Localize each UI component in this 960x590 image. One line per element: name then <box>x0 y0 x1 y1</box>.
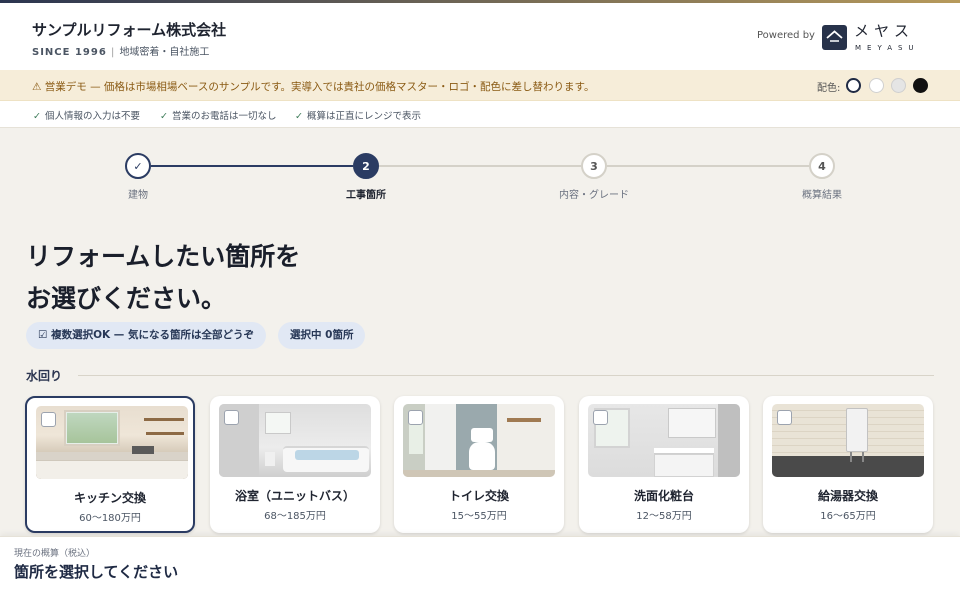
trust-bar: ✓ 個人情報の入力は不要 ✓ 営業のお電話は一切なし ✓ 概算は正直にレンジで表示 <box>0 101 960 128</box>
page-title-line-2: お選びください。 <box>26 284 227 313</box>
swatch-white[interactable] <box>869 78 884 93</box>
step-1-label: 建物 <box>128 190 148 201</box>
trust-item-label: 概算は正直にレンジで表示 <box>306 111 421 122</box>
check-icon: ✓ <box>160 111 168 122</box>
tagline-divider: | <box>110 47 116 58</box>
selected-count-chip: 選択中 0箇所 <box>278 322 366 349</box>
swatch-gray[interactable] <box>891 78 906 93</box>
card-price: 16〜65万円 <box>820 511 876 522</box>
bathroom-checkbox[interactable] <box>224 410 239 425</box>
house-logo-icon <box>822 25 847 50</box>
card-price: 68〜185万円 <box>264 511 326 522</box>
brand-logo-kana: メヤス <box>854 22 915 40</box>
multi-select-chip: ☑ 複数選択OK — 気になる箇所は全部どうぞ <box>26 322 266 349</box>
card-name: 洗面化粧台 <box>633 489 694 503</box>
stepper-line <box>607 165 809 167</box>
swatch-black[interactable] <box>913 78 928 93</box>
water-heater-checkbox[interactable] <box>777 410 792 425</box>
trust-item: ✓ 営業のお電話は一切なし <box>160 108 276 122</box>
page-title-line-1: リフォームしたい箇所を <box>26 242 301 271</box>
trust-item-label: 営業のお電話は一切なし <box>171 111 277 122</box>
company-name: サンプルリフォーム株式会社 <box>32 21 227 39</box>
stepper-line <box>379 165 581 167</box>
site-header: サンプルリフォーム株式会社 SINCE 1996 | 地域密着・自社施工 Power… <box>0 3 960 70</box>
kitchen-photo <box>36 406 188 479</box>
kitchen-checkbox[interactable] <box>41 412 56 427</box>
demo-notice-text: ⚠ 営業デモ — 価格は市場相場ベースのサンプルです。実導入では貴社の価格マスタ… <box>32 81 595 93</box>
swatch-navy[interactable] <box>846 78 861 93</box>
washstand-photo <box>588 404 740 477</box>
toilet-photo <box>403 404 555 477</box>
section-title-water: 水回り <box>26 369 63 383</box>
trust-item: ✓ 概算は正直にレンジで表示 <box>295 108 421 122</box>
estimate-footer: 現在の概算（税込） 箇所を選択してください <box>0 536 960 590</box>
card-price: 15〜55万円 <box>451 511 507 522</box>
card-name: キッチン交換 <box>73 491 146 505</box>
card-water-heater[interactable]: 給湯器交換 16〜65万円 <box>763 396 933 533</box>
washstand-checkbox[interactable] <box>593 410 608 425</box>
card-toilet[interactable]: トイレ交換 15〜55万円 <box>394 396 564 533</box>
water-heater-photo <box>772 404 924 477</box>
company-tagline: SINCE 1996 | 地域密着・自社施工 <box>32 43 209 58</box>
card-kitchen[interactable]: キッチン交換 60〜180万円 <box>25 396 195 533</box>
card-name: 給湯器交換 <box>817 489 878 503</box>
trust-item: ✓ 個人情報の入力は不要 <box>33 108 140 122</box>
section-divider <box>78 375 934 376</box>
step-3-circle: 3 <box>581 153 607 179</box>
step-4-circle: 4 <box>809 153 835 179</box>
area-text: 地域密着・自社施工 <box>119 47 210 58</box>
step-2-label: 工事箇所 <box>346 190 386 201</box>
since-text: SINCE 1996 <box>32 47 107 58</box>
toilet-checkbox[interactable] <box>408 410 423 425</box>
step-1-circle: ✓ <box>125 153 151 179</box>
page-title: リフォームしたい箇所を お選びください。 <box>26 236 300 320</box>
card-price: 60〜180万円 <box>79 513 141 524</box>
step-3-label: 内容・グレード <box>559 190 629 201</box>
card-washstand[interactable]: 洗面化粧台 12〜58万円 <box>579 396 749 533</box>
card-price: 12〜58万円 <box>636 511 692 522</box>
color-scheme-label: 配色: <box>817 83 841 94</box>
card-name: トイレ交換 <box>448 489 509 503</box>
check-icon: ✓ <box>295 111 303 122</box>
estimate-label: 現在の概算（税込） <box>14 549 96 559</box>
bathroom-photo <box>219 404 371 477</box>
powered-by-label: Powered by <box>757 30 815 41</box>
card-bathroom[interactable]: 浴室（ユニットバス） 68〜185万円 <box>210 396 380 533</box>
demo-notice-bar: ⚠ 営業デモ — 価格は市場相場ベースのサンプルです。実導入では貴社の価格マスタ… <box>0 70 960 101</box>
step-4-label: 概算結果 <box>802 190 842 201</box>
check-icon: ✓ <box>33 111 41 122</box>
trust-item-label: 個人情報の入力は不要 <box>44 111 140 122</box>
brand-logo-roman: MEYASU <box>855 44 920 52</box>
estimate-value: 箇所を選択してください <box>14 563 179 581</box>
stepper-line-done <box>151 165 353 167</box>
card-name: 浴室（ユニットバス） <box>234 489 355 503</box>
step-2-circle: 2 <box>353 153 379 179</box>
